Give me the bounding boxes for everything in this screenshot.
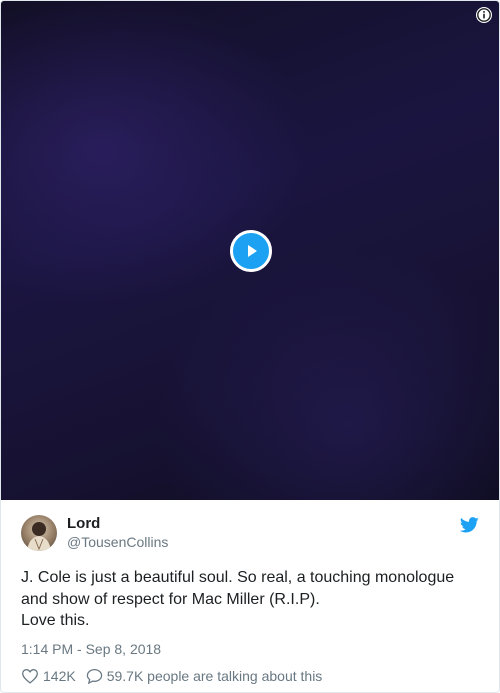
author-name[interactable]: Lord — [67, 515, 100, 532]
conversation-link[interactable]: 59.7K people are talking about this — [86, 667, 323, 684]
like-button[interactable]: 142K — [21, 668, 76, 684]
heart-icon — [22, 668, 38, 684]
tweet-text-line: J. Cole is just a beautiful soul. So rea… — [21, 569, 455, 586]
tweet-timestamp[interactable]: 1:14 PM - Sep 8, 2018 — [21, 641, 481, 657]
video-media[interactable] — [1, 1, 499, 500]
play-icon — [248, 245, 257, 257]
twitter-bird-icon[interactable] — [459, 517, 479, 538]
tweet-actions: 142K 59.7K people are talking about this — [21, 668, 481, 684]
info-icon[interactable] — [476, 7, 492, 23]
tweet-footer: Lord @TousenCollins J. Cole is just a be… — [21, 513, 481, 684]
tweet-text-line: and show of respect for Mac Miller (R.I.… — [21, 590, 320, 608]
avatar[interactable] — [21, 515, 57, 551]
conversation-count: 59.7K people are talking about this — [106, 667, 323, 684]
author-block[interactable]: Lord @TousenCollins — [21, 513, 481, 553]
play-button[interactable] — [230, 230, 272, 272]
tweet-text: J. Cole is just a beautiful soul. So rea… — [21, 567, 481, 632]
tweet-text-line: Love this. — [21, 612, 90, 629]
speech-bubble-icon — [86, 668, 102, 684]
tweet-embed-card: Lord @TousenCollins J. Cole is just a be… — [0, 0, 500, 693]
like-count: 142K — [43, 667, 76, 684]
author-handle[interactable]: @TousenCollins — [67, 534, 168, 550]
